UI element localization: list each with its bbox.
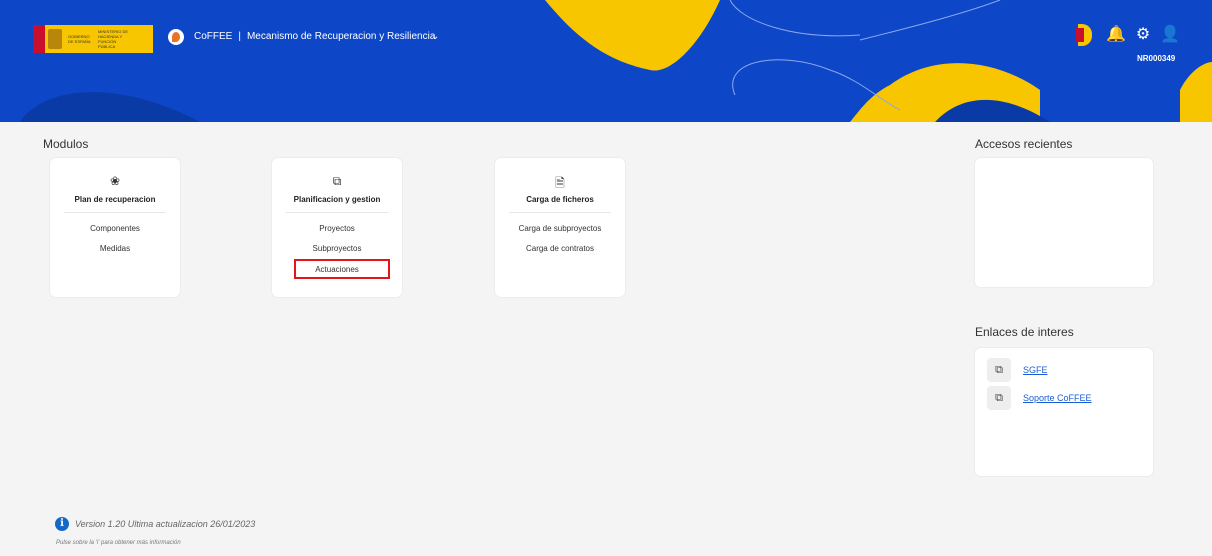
recent-access-card xyxy=(975,158,1153,287)
coffee-logo-icon xyxy=(168,29,184,45)
info-icon[interactable]: i xyxy=(55,517,69,531)
recent-access-title: Accesos recientes xyxy=(975,137,1073,151)
link-medidas[interactable]: Medidas xyxy=(50,244,180,253)
chevron-down-icon[interactable]: ⌄ xyxy=(431,31,439,42)
app-title: CoFFEE | Mecanismo de Recuperacion y Resil… xyxy=(194,31,435,42)
modules-title: Modulos xyxy=(43,137,89,151)
module-card-carga: 🗎 Carga de ficheros Carga de subproyecto… xyxy=(495,158,625,297)
module-card-plan: ❀ Plan de recuperacion Componentes Medid… xyxy=(50,158,180,297)
divider xyxy=(509,212,611,213)
file-upload-icon: 🗎 xyxy=(555,176,565,190)
link-proyectos[interactable]: Proyectos xyxy=(272,224,402,233)
link-sgfe[interactable]: SGFE xyxy=(1023,365,1048,375)
plant-icon: ❀ xyxy=(109,174,121,188)
divider xyxy=(64,212,166,213)
prtr-logo xyxy=(1074,24,1096,46)
link-componentes[interactable]: Componentes xyxy=(50,224,180,233)
copy-icon: ⧉ xyxy=(332,174,342,188)
divider xyxy=(286,212,388,213)
link-actuaciones[interactable]: Actuaciones xyxy=(272,265,402,274)
ministry-logo-text: MINISTERIO DE HACIENDA Y FUNCIÓN PÚBLICA xyxy=(98,29,129,49)
link-carga-contratos[interactable]: Carga de contratos xyxy=(495,244,625,253)
module-title: Planificacion y gestion xyxy=(293,195,381,204)
footer-hint: Pulse sobre la 'i' para obtener más info… xyxy=(56,540,181,546)
version-info: i Version 1.20 Ultima actualizacion 26/0… xyxy=(55,517,255,531)
external-link-icon: ⧉ xyxy=(987,386,1011,410)
links-title: Enlaces de interes xyxy=(975,325,1074,339)
module-title: Plan de recuperacion xyxy=(74,195,156,204)
version-text: Version 1.20 Ultima actualizacion 26/01/… xyxy=(75,519,256,529)
header-actions: 🔔 ⚙ 👤 xyxy=(1074,24,1180,46)
link-soporte[interactable]: Soporte CoFFEE xyxy=(1023,393,1092,403)
app-name: CoFFEE xyxy=(194,31,233,42)
top-header: GOBIERNO DE ESPAÑA MINISTERIO DE HACIEND… xyxy=(0,0,1212,122)
government-logo: GOBIERNO DE ESPAÑA MINISTERIO DE HACIEND… xyxy=(33,25,153,53)
module-card-planificacion: ⧉ Planificacion y gestion Proyectos Subp… xyxy=(272,158,402,297)
user-id: NR000349 xyxy=(1137,54,1176,63)
bell-icon[interactable]: 🔔 xyxy=(1106,27,1126,43)
link-item-sgfe[interactable]: ⧉ SGFE xyxy=(987,358,1048,382)
module-title: Carga de ficheros xyxy=(526,195,594,204)
title-separator: | xyxy=(238,31,241,42)
link-subproyectos[interactable]: Subproyectos xyxy=(272,244,402,253)
external-link-icon: ⧉ xyxy=(987,358,1011,382)
app-subtitle: Mecanismo de Recuperacion y Resiliencia xyxy=(246,31,436,42)
link-carga-subproyectos[interactable]: Carga de subproyectos xyxy=(495,224,625,233)
links-card: ⧉ SGFE ⧉ Soporte CoFFEE xyxy=(975,348,1153,476)
gov-logo-text: GOBIERNO DE ESPAÑA xyxy=(68,34,91,44)
link-item-soporte[interactable]: ⧉ Soporte CoFFEE xyxy=(987,386,1092,410)
gear-icon[interactable]: ⚙ xyxy=(1136,27,1150,43)
user-icon[interactable]: 👤 xyxy=(1160,27,1180,43)
header-decoration xyxy=(20,0,1212,122)
